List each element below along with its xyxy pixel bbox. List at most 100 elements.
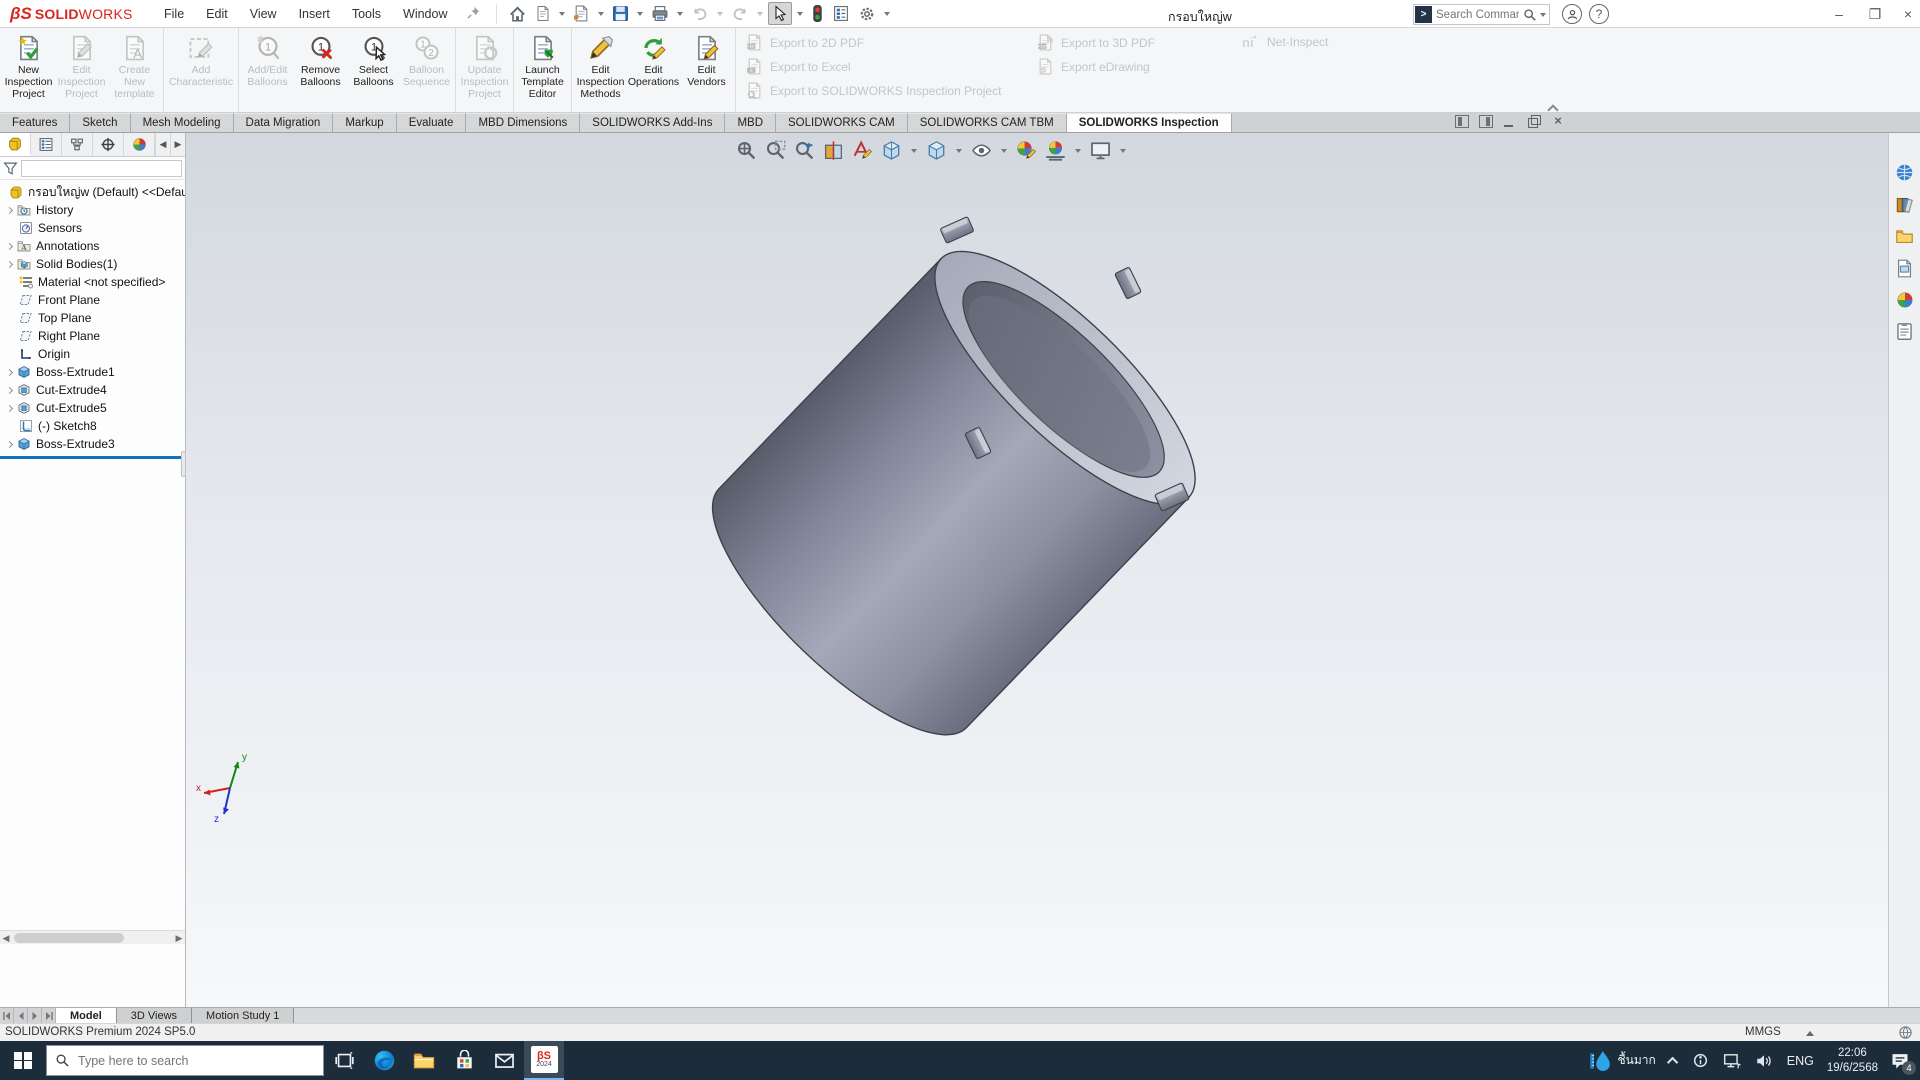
view-palette-icon[interactable] <box>1895 259 1914 281</box>
microsoft-store-icon[interactable] <box>444 1041 484 1080</box>
expand-arrow-icon[interactable] <box>6 386 13 393</box>
save-dropdown-caret[interactable] <box>637 12 643 16</box>
expand-arrow-icon[interactable] <box>6 404 13 411</box>
close-window-button[interactable]: × <box>1895 6 1920 22</box>
scroll-left-arrow[interactable]: ◀ <box>0 931 12 945</box>
zoom-to-area-button[interactable] <box>763 138 788 163</box>
tab-mbd[interactable]: MBD <box>725 113 776 132</box>
view-settings-button[interactable] <box>1088 138 1113 163</box>
export-to-2d-pdf-button[interactable]: PDF Export to 2D PDF <box>746 34 864 51</box>
expand-arrow-icon[interactable] <box>6 260 13 267</box>
file-explorer-icon[interactable] <box>1895 227 1914 249</box>
appearances-scenes-icon[interactable] <box>1896 291 1914 312</box>
view-orientation-button[interactable] <box>879 138 904 163</box>
tab-solidworks-inspection[interactable]: SOLIDWORKS Inspection <box>1067 113 1232 132</box>
doc-restore-button[interactable] <box>1527 115 1541 128</box>
tree-item-sketch8[interactable]: (-) Sketch8 <box>0 417 185 435</box>
doc-minimize-button[interactable] <box>1503 115 1517 128</box>
edit-appearance-button[interactable] <box>1014 138 1039 163</box>
search-scope-caret[interactable] <box>1540 13 1546 17</box>
zoom-to-fit-button[interactable] <box>734 138 759 163</box>
configurationmanager-tab[interactable] <box>62 133 93 156</box>
save-button[interactable] <box>609 3 632 24</box>
tab-evaluate[interactable]: Evaluate <box>397 113 467 132</box>
tree-item-boss-extrude1[interactable]: Boss-Extrude1 <box>0 363 185 381</box>
export-to-3d-pdf-button[interactable]: PDF3D Export to 3D PDF <box>1037 34 1222 51</box>
solidworks-app-taskbar-icon[interactable]: βS2024 <box>524 1041 564 1080</box>
edit-vendors-button[interactable]: Edit Vendors <box>680 31 733 88</box>
last-tab-button[interactable] <box>42 1008 56 1023</box>
redo-dropdown-caret[interactable] <box>757 12 763 16</box>
clock[interactable]: 22:06 19/6/2568 <box>1821 1046 1884 1075</box>
tab-markup[interactable]: Markup <box>333 113 396 132</box>
scroll-right-arrow[interactable]: ▶ <box>173 931 185 945</box>
open-button[interactable] <box>570 3 593 24</box>
displaymanager-tab[interactable] <box>124 133 155 156</box>
menu-window[interactable]: Window <box>392 2 458 26</box>
volume-tray-icon[interactable] <box>1748 1041 1780 1080</box>
scrollbar-thumb[interactable] <box>14 933 124 943</box>
redo-button[interactable] <box>728 3 752 24</box>
minimize-window-button[interactable]: – <box>1826 6 1852 22</box>
network-tray-icon[interactable] <box>1716 1041 1748 1080</box>
tab-solidworks-add-ins[interactable]: SOLIDWORKS Add-Ins <box>580 113 725 132</box>
create-new-template-button[interactable]: A Create New template <box>108 31 161 100</box>
tree-item-cut-extrude4[interactable]: Cut-Extrude4 <box>0 381 185 399</box>
tree-item-solid-bodies[interactable]: Solid Bodies(1) <box>0 255 185 273</box>
display-style-button[interactable] <box>924 138 949 163</box>
edge-browser-icon[interactable] <box>364 1041 404 1080</box>
tab-sketch[interactable]: Sketch <box>70 113 130 132</box>
action-center-button[interactable]: 4 <box>1884 1041 1920 1080</box>
tab-solidworks-cam-tbm[interactable]: SOLIDWORKS CAM TBM <box>908 113 1067 132</box>
language-indicator[interactable]: ENG <box>1780 1041 1821 1080</box>
tree-root-item[interactable]: กรอบใหญ่w (Default) <<Default>_Displ <box>0 183 185 201</box>
balloon-sequence-button[interactable]: 12 Balloon Sequence <box>400 31 453 88</box>
expand-arrow-icon[interactable] <box>6 242 13 249</box>
launch-template-editor-button[interactable]: Launch Template Editor <box>516 31 569 100</box>
show-hidden-icons-button[interactable] <box>1663 1041 1685 1080</box>
help-icon[interactable]: ? <box>1589 4 1609 24</box>
expand-arrow-icon[interactable] <box>6 440 13 447</box>
tree-item-front-plane[interactable]: Front Plane <box>0 291 185 309</box>
update-inspection-project-button[interactable]: Update Inspection Project <box>458 31 511 100</box>
add-edit-balloons-button[interactable]: ✱ Add/Edit Balloons <box>241 31 294 88</box>
featuremanager-tab[interactable] <box>0 133 31 156</box>
pin-menu-icon[interactable] <box>467 6 480 22</box>
expand-arrow-icon[interactable] <box>6 206 13 213</box>
settings-dropdown-caret[interactable] <box>884 12 890 16</box>
dynamic-annotation-views-button[interactable] <box>850 138 875 163</box>
weather-widget[interactable]: ชื้นมาก <box>1582 1041 1662 1080</box>
menu-view[interactable]: View <box>239 2 288 26</box>
select-balloons-button[interactable]: Select Balloons <box>347 31 400 88</box>
new-dropdown-caret[interactable] <box>559 12 565 16</box>
tab-data-migration[interactable]: Data Migration <box>234 113 334 132</box>
restore-window-button[interactable]: ❐ <box>1862 6 1888 23</box>
edit-operations-button[interactable]: Edit Operations <box>627 31 680 88</box>
add-characteristic-button[interactable]: Add Characteristic <box>166 31 236 88</box>
tab-solidworks-cam[interactable]: SOLIDWORKS CAM <box>776 113 908 132</box>
design-library-icon[interactable] <box>1895 195 1914 217</box>
section-view-button[interactable] <box>821 138 846 163</box>
pane-right-icon[interactable] <box>1479 115 1493 128</box>
hide-show-items-button[interactable] <box>969 138 994 163</box>
next-tab-button[interactable] <box>28 1008 42 1023</box>
menu-insert[interactable]: Insert <box>288 2 341 26</box>
tree-item-history[interactable]: History <box>0 201 185 219</box>
new-inspection-project-button[interactable]: ★ New Inspection Project <box>2 31 55 100</box>
menu-file[interactable]: File <box>153 2 195 26</box>
tree-item-right-plane[interactable]: Right Plane <box>0 327 185 345</box>
unit-system[interactable]: MMGS <box>1745 1026 1781 1038</box>
select-dropdown-caret[interactable] <box>797 12 803 16</box>
search-icon[interactable] <box>1523 8 1537 22</box>
taskbar-search[interactable] <box>46 1045 324 1076</box>
tab-features[interactable]: Features <box>0 113 70 132</box>
view-orientation-caret[interactable] <box>911 149 917 153</box>
graphics-viewport[interactable]: y x z <box>186 133 1888 1007</box>
tab-mbd-dimensions[interactable]: MBD Dimensions <box>466 113 580 132</box>
undo-button[interactable] <box>688 3 712 24</box>
view-settings-caret[interactable] <box>1120 149 1126 153</box>
tree-item-boss-extrude3[interactable]: Boss-Extrude3 <box>0 435 185 453</box>
rebuild-button[interactable] <box>808 2 827 25</box>
settings-gear-button[interactable] <box>855 3 879 25</box>
expand-arrow-icon[interactable] <box>6 368 13 375</box>
